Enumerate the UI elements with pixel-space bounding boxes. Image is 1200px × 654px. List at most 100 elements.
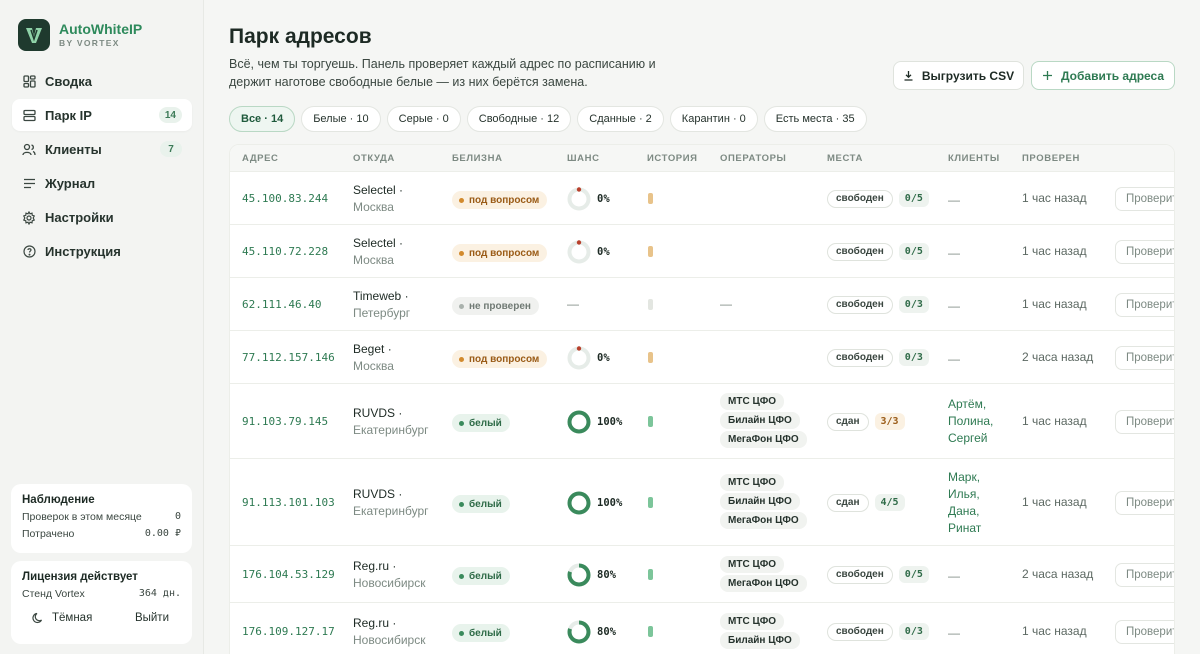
place-count: 0/3	[898, 296, 929, 313]
provider-name: Reg.ru ·	[353, 558, 397, 573]
brand[interactable]: AutoWhiteIP BY VORTEX	[18, 19, 142, 51]
logout-button[interactable]: Выйти	[135, 612, 169, 624]
provider-city: Новосибирск	[353, 575, 426, 590]
check-button[interactable]: Проверить	[1115, 490, 1174, 515]
checked-time: 1 час назад	[1022, 296, 1087, 311]
place-state: сдан	[827, 412, 869, 431]
col-checked[interactable]: ПРОВЕРЕН	[1022, 153, 1080, 164]
client-name[interactable]: Артём,	[948, 396, 993, 413]
nav-item-ip-park[interactable]: Парк IP 14	[12, 99, 192, 132]
clients: —	[948, 350, 960, 368]
ip-address[interactable]: 91.113.101.103	[242, 496, 335, 509]
nav-item-summary[interactable]: Сводка	[12, 65, 192, 97]
spent-value: 0.00 ₽	[144, 528, 181, 539]
nav-label: Парк IP	[45, 107, 92, 123]
status-label: под вопросом	[469, 247, 540, 259]
status-badge: под вопросом	[452, 350, 548, 368]
ip-address[interactable]: 91.103.79.145	[242, 415, 328, 428]
client-name[interactable]: Сергей	[948, 430, 993, 447]
col-source[interactable]: ОТКУДА	[353, 153, 395, 164]
chance-cell: 0%	[567, 186, 610, 211]
source: RUVDS · Екатеринбург	[353, 486, 429, 520]
operator-tag: Билайн ЦФО	[720, 631, 800, 649]
nav-item-help[interactable]: Инструкция	[12, 236, 192, 268]
ip-address[interactable]: 77.112.157.146	[242, 351, 335, 364]
check-button[interactable]: Проверить	[1115, 186, 1174, 211]
filter-free[interactable]: Свободные · 12	[466, 106, 572, 132]
operator-tag: Билайн ЦФО	[720, 412, 800, 429]
chance-value: 80%	[597, 625, 616, 638]
checked-time: 2 часа назад	[1022, 566, 1094, 581]
client-name[interactable]: Полина,	[948, 413, 993, 430]
nav-label: Журнал	[45, 176, 96, 192]
status-dot	[459, 630, 464, 636]
client-name[interactable]: Ринат	[948, 520, 981, 537]
add-addresses-button[interactable]: Добавить адреса	[1031, 61, 1175, 90]
chance-ring	[567, 563, 591, 586]
source: Timeweb · Петербург	[353, 288, 410, 322]
filter-white[interactable]: Белые · 10	[301, 106, 381, 132]
check-button[interactable]: Проверить	[1115, 292, 1174, 317]
ip-address[interactable]: 62.111.46.40	[242, 298, 321, 311]
col-address[interactable]: АДРЕС	[242, 153, 279, 164]
chance-ring	[567, 239, 591, 263]
filter-grey[interactable]: Серые · 0	[386, 106, 461, 132]
status-label: белый	[469, 417, 502, 429]
status-cell: под вопросом	[452, 349, 548, 368]
client-name[interactable]: Дана,	[948, 503, 981, 520]
col-operators[interactable]: ОПЕРАТОРЫ	[720, 153, 786, 164]
filter-quarantine[interactable]: Карантин · 0	[669, 106, 758, 132]
ip-address[interactable]: 45.100.83.244	[242, 192, 328, 205]
ip-address[interactable]: 45.110.72.228	[242, 245, 328, 258]
ip-address[interactable]: 176.104.53.129	[242, 568, 335, 581]
check-button[interactable]: Проверить	[1115, 345, 1174, 370]
check-button[interactable]: Проверить	[1115, 619, 1174, 644]
check-button[interactable]: Проверить	[1115, 409, 1174, 434]
brand-sub: BY VORTEX	[59, 38, 120, 48]
stand-row: Стенд Vortex 364 дн.	[22, 588, 181, 600]
table-row: 176.104.53.129 Reg.ru · Новосибирск белый 80…	[230, 546, 1174, 603]
provider-name: Selectel ·	[353, 235, 404, 250]
col-whiteness[interactable]: БЕЛИЗНА	[452, 153, 503, 164]
check-button[interactable]: Проверить	[1115, 239, 1174, 264]
nav-item-clients[interactable]: Клиенты 7	[12, 133, 192, 165]
provider-city: Москва	[353, 358, 394, 373]
ip-address[interactable]: 176.109.127.17	[242, 625, 335, 638]
client-name[interactable]: Марк,	[948, 469, 981, 486]
filter-all[interactable]: Все · 14	[229, 106, 296, 132]
status-label: не проверен	[469, 300, 531, 312]
logo	[18, 19, 50, 51]
export-csv-button[interactable]: Выгрузить CSV	[893, 61, 1024, 90]
place-state: свободен	[827, 189, 893, 208]
filter-has-places[interactable]: Есть места · 35	[763, 106, 867, 132]
col-history[interactable]: ИСТОРИЯ	[647, 153, 698, 164]
table-row: 91.113.101.103 RUVDS · Екатеринбург белый 10…	[230, 459, 1174, 546]
nav-badge: 7	[160, 141, 182, 158]
gear-icon	[22, 210, 36, 225]
provider-name: RUVDS ·	[353, 486, 403, 501]
client-name[interactable]: Илья,	[948, 486, 981, 503]
place-count: 0/5	[898, 243, 929, 260]
nav-item-settings[interactable]: Настройки	[12, 202, 192, 234]
page-title: Парк адресов	[229, 25, 372, 48]
check-button[interactable]: Проверить	[1115, 562, 1174, 587]
col-places[interactable]: МЕСТА	[827, 153, 863, 164]
status-dot	[459, 250, 464, 256]
chance-cell: 80%	[567, 563, 616, 587]
theme-toggle-button[interactable]: Тёмная	[32, 612, 92, 624]
nav-badge: 14	[158, 107, 182, 124]
chance-cell: —	[567, 297, 579, 311]
col-clients[interactable]: КЛИЕНТЫ	[948, 153, 1000, 164]
chance-cell: 100%	[567, 410, 622, 434]
history-bar	[648, 568, 653, 580]
status-dot	[459, 573, 464, 579]
license-title: Лицензия действует	[22, 571, 138, 583]
filter-rented[interactable]: Сданные · 2	[577, 106, 664, 132]
nav-item-journal[interactable]: Журнал	[12, 168, 192, 200]
provider-name: Reg.ru ·	[353, 615, 397, 630]
clients-empty: —	[948, 351, 960, 366]
chance-value: 0%	[597, 245, 610, 258]
provider-name: Selectel ·	[353, 182, 404, 197]
col-chance[interactable]: ШАНС	[567, 153, 600, 164]
clients: —	[948, 244, 960, 262]
